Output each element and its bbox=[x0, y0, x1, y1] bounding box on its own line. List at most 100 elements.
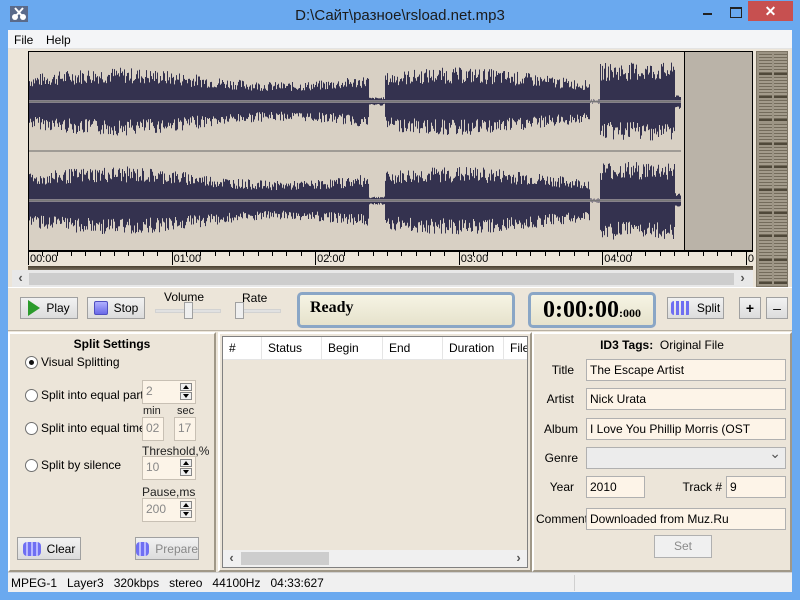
column-filename[interactable]: Filename bbox=[504, 337, 527, 359]
meter-cell bbox=[774, 77, 787, 99]
time-ms: :000 bbox=[618, 306, 641, 320]
album-field[interactable]: I Love You Phillip Morris (OST bbox=[586, 418, 786, 440]
radio-button[interactable] bbox=[25, 421, 38, 435]
radio-button[interactable] bbox=[25, 355, 38, 369]
waveform-canvas[interactable] bbox=[29, 52, 686, 250]
status-display: Ready bbox=[297, 292, 515, 328]
column-end[interactable]: End bbox=[383, 337, 443, 359]
ruler-tick bbox=[300, 252, 302, 256]
threshold-spinner[interactable]: 10 bbox=[142, 456, 196, 480]
menu-bar: File Help bbox=[8, 30, 792, 49]
parts-spinner[interactable]: 2 bbox=[142, 380, 196, 404]
prepare-button[interactable]: Prepare bbox=[135, 537, 199, 560]
column-status[interactable]: Status bbox=[262, 337, 322, 359]
file-info: MPEG-1 Layer3 320kbps stereo 44100Hz 04:… bbox=[11, 576, 324, 590]
meter-cell bbox=[759, 54, 772, 75]
meter-cell bbox=[774, 123, 787, 145]
scroll-left-icon[interactable]: ‹ bbox=[12, 270, 29, 287]
split-label: Split bbox=[696, 301, 721, 315]
minimize-button[interactable] bbox=[693, 1, 721, 21]
stop-label: Stop bbox=[113, 301, 139, 315]
ruler-tick bbox=[358, 252, 360, 256]
title-field[interactable]: The Escape Artist bbox=[586, 359, 786, 381]
ruler-tick bbox=[28, 252, 29, 265]
ruler-tick bbox=[372, 252, 374, 256]
ruler-tick bbox=[602, 252, 604, 265]
year-field[interactable]: 2010 bbox=[586, 476, 645, 498]
scrollbar-thumb[interactable] bbox=[29, 273, 734, 285]
ruler-tick bbox=[458, 252, 460, 265]
set-button[interactable]: Set bbox=[654, 535, 712, 558]
parts-value: 2 bbox=[146, 384, 153, 398]
segments-scrollbar[interactable]: ‹ › bbox=[223, 550, 527, 567]
client-area: File Help 00:00 01:00 02:00 03:00 04:00 0 ‹ ›… bbox=[8, 30, 792, 592]
radio-equal-time[interactable]: Split into equal time bbox=[25, 421, 146, 435]
scrollbar-thumb[interactable] bbox=[241, 552, 329, 565]
minutes-field[interactable]: 02 bbox=[142, 417, 164, 441]
stop-icon bbox=[93, 301, 108, 315]
seconds-field[interactable]: 17 bbox=[174, 417, 196, 441]
year-label: Year bbox=[549, 480, 574, 494]
comment-field[interactable]: Downloaded from Muz.Ru bbox=[586, 508, 786, 530]
meter-cell bbox=[759, 193, 772, 215]
radio-equal-parts[interactable]: Split into equal parts bbox=[25, 388, 150, 402]
meter-cell bbox=[759, 100, 772, 122]
play-button[interactable]: Play bbox=[20, 297, 78, 319]
column-duration[interactable]: Duration bbox=[443, 337, 504, 359]
artist-field[interactable]: Nick Urata bbox=[586, 388, 786, 410]
ruler-tick bbox=[544, 252, 546, 256]
ruler-label: 00:00 bbox=[30, 253, 58, 265]
meter-cell bbox=[759, 77, 772, 99]
ruler-tick bbox=[228, 252, 230, 256]
menu-help[interactable]: Help bbox=[46, 33, 71, 47]
split-button[interactable]: Split bbox=[667, 297, 724, 319]
ruler-tick bbox=[157, 252, 159, 256]
zoom-in-button[interactable]: + bbox=[739, 297, 761, 319]
radio-button[interactable] bbox=[25, 458, 38, 472]
radio-button[interactable] bbox=[25, 388, 38, 402]
spinner-arrows-icon[interactable] bbox=[180, 383, 192, 401]
ruler-tick bbox=[128, 252, 130, 256]
timeline-ruler: 00:00 01:00 02:00 03:00 04:00 0 bbox=[28, 251, 754, 266]
volume-slider-thumb[interactable] bbox=[183, 302, 193, 319]
pause-spinner[interactable]: 200 bbox=[142, 498, 196, 522]
split-icon bbox=[670, 301, 691, 315]
ruler-tick bbox=[85, 252, 87, 256]
scroll-left-icon[interactable]: ‹ bbox=[223, 550, 240, 567]
meter-cell bbox=[774, 239, 787, 261]
column-number[interactable]: # bbox=[223, 337, 262, 359]
meter-cell bbox=[774, 54, 787, 75]
rate-slider-thumb[interactable] bbox=[235, 302, 244, 319]
genre-select[interactable] bbox=[586, 447, 786, 469]
waveform-empty-region bbox=[684, 52, 752, 250]
menu-file[interactable]: File bbox=[14, 33, 33, 47]
ruler-tick bbox=[171, 252, 173, 265]
status-bar: MPEG-1 Layer3 320kbps stereo 44100Hz 04:… bbox=[8, 572, 792, 592]
clear-button[interactable]: Clear bbox=[17, 537, 81, 560]
maximize-button[interactable] bbox=[721, 1, 749, 21]
split-settings-panel: Split Settings Visual Splitting Split in… bbox=[8, 332, 216, 572]
waveform-view[interactable] bbox=[28, 51, 753, 251]
time-main: 0:00:00 bbox=[543, 297, 619, 323]
ruler-tick bbox=[587, 252, 589, 256]
stop-button[interactable]: Stop bbox=[87, 297, 145, 319]
radio-by-silence[interactable]: Split by silence bbox=[25, 458, 121, 472]
ruler-tick bbox=[142, 252, 144, 256]
meter-cell bbox=[774, 170, 787, 191]
zoom-out-button[interactable]: – bbox=[766, 297, 788, 319]
waveform-scrollbar[interactable]: ‹ › bbox=[12, 270, 753, 287]
segments-list[interactable]: # Status Begin End Duration Filename ‹ › bbox=[222, 336, 528, 568]
scroll-right-icon[interactable]: › bbox=[510, 550, 527, 567]
ruler-tick bbox=[401, 252, 403, 256]
prepare-label: Prepare bbox=[155, 541, 198, 556]
comment-label: Comment bbox=[536, 512, 589, 526]
radio-visual-splitting[interactable]: Visual Splitting bbox=[25, 355, 120, 369]
track-field[interactable]: 9 bbox=[726, 476, 786, 498]
scroll-right-icon[interactable]: › bbox=[734, 270, 751, 287]
column-begin[interactable]: Begin bbox=[322, 337, 383, 359]
spinner-arrows-icon[interactable] bbox=[180, 501, 192, 519]
close-button[interactable]: ✕ bbox=[748, 1, 793, 21]
ruler-tick bbox=[444, 252, 446, 256]
ruler-tick bbox=[745, 252, 747, 265]
spinner-arrows-icon[interactable] bbox=[180, 459, 192, 477]
